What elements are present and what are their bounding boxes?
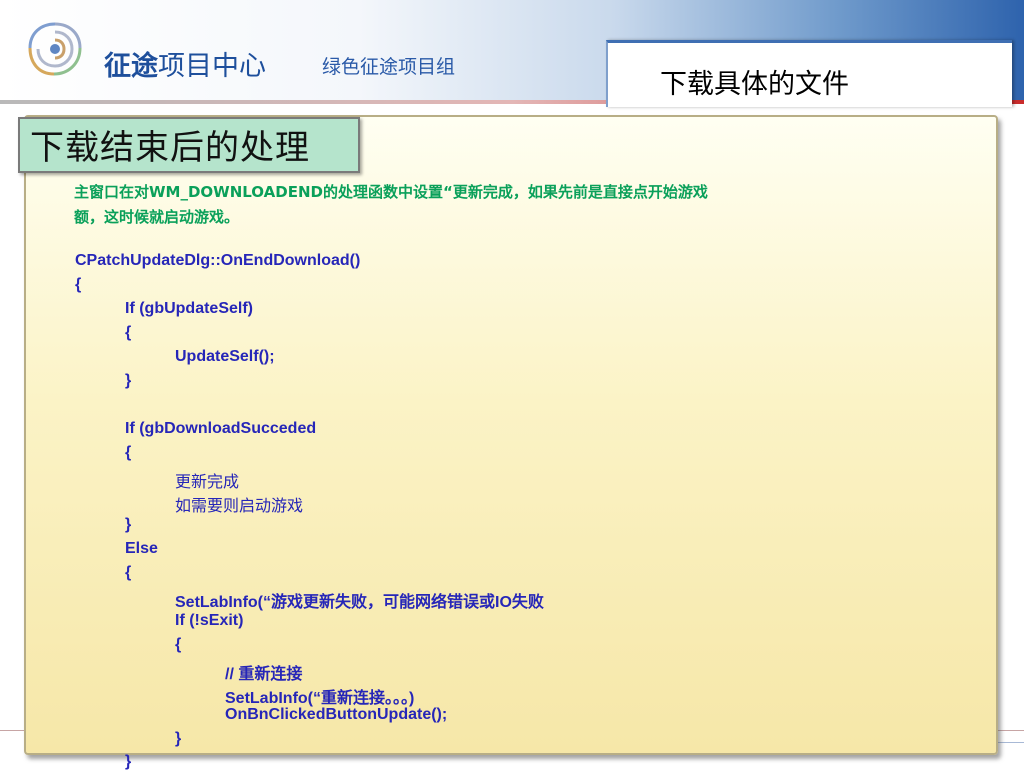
left-guide-line: [0, 730, 24, 731]
intro-line-1: 主窗口在对WM_DOWNLOADEND的处理函数中设置“更新完成，如果先前是直接…: [74, 183, 708, 201]
code-line: If (gbUpdateSelf): [125, 300, 253, 317]
code-line: 更新完成: [175, 474, 240, 491]
code-line: // 重新连接: [225, 666, 303, 683]
code-line: {: [125, 444, 132, 461]
right-guide-line: [996, 730, 1024, 731]
brand-bold: 征途: [104, 51, 158, 82]
intro-text: 主窗口在对WM_DOWNLOADEND的处理函数中设置“更新完成，如果先前是直接…: [74, 180, 934, 230]
right-guide-line-2: [996, 742, 1024, 743]
code-line: CPatchUpdateDlg::OnEndDownload(): [75, 252, 361, 269]
code-line: Else: [125, 540, 158, 557]
code-line: }: [125, 516, 132, 533]
code-line: If (gbDownloadSucceded: [125, 420, 317, 437]
code-line: OnBnClickedButtonUpdate();: [225, 706, 448, 723]
code-line: SetLabInfo(“游戏更新失败，可能网络错误或IO失败: [175, 594, 544, 611]
code-line: {: [125, 324, 132, 341]
brand-name: 征途项目中心: [104, 44, 266, 83]
code-line: {: [75, 276, 82, 293]
intro-line-2: 额，这时候就启动游戏。: [74, 208, 240, 226]
section-tag-label: 下载结束后的处理: [30, 128, 310, 168]
code-line: 如需要则启动游戏: [175, 498, 304, 515]
brand-rest: 项目中心: [158, 51, 266, 82]
code-line: SetLabInfo(“重新连接。。。): [225, 690, 415, 707]
zhengtu-logo-icon: [28, 22, 82, 76]
code-line: UpdateSelf();: [175, 348, 275, 365]
code-line: If (!sExit): [175, 612, 244, 629]
code-line: {: [125, 564, 132, 581]
code-line: }: [125, 753, 132, 770]
slide-title: 下载具体的文件: [660, 69, 849, 100]
code-line: }: [125, 372, 132, 389]
code-line: {: [175, 636, 182, 653]
code-line: }: [175, 730, 182, 747]
group-name: 绿色征途项目组: [322, 56, 456, 78]
